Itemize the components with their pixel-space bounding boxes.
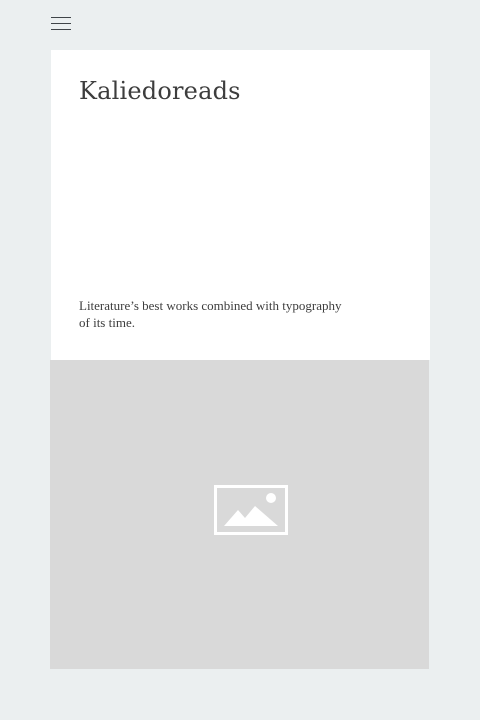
site-header-card: Kaliedoreads Literature’s best works com… <box>51 50 430 360</box>
site-tagline: Literature’s best works combined with ty… <box>79 298 342 330</box>
hamburger-menu-icon-line <box>51 23 71 24</box>
image-placeholder-icon <box>214 485 288 535</box>
menu-toggle-button[interactable] <box>51 17 71 31</box>
site-title[interactable]: Kaliedoreads <box>79 74 241 108</box>
featured-image[interactable] <box>50 360 429 669</box>
hamburger-menu-icon-line <box>51 17 71 18</box>
hamburger-menu-icon-line <box>51 29 71 30</box>
